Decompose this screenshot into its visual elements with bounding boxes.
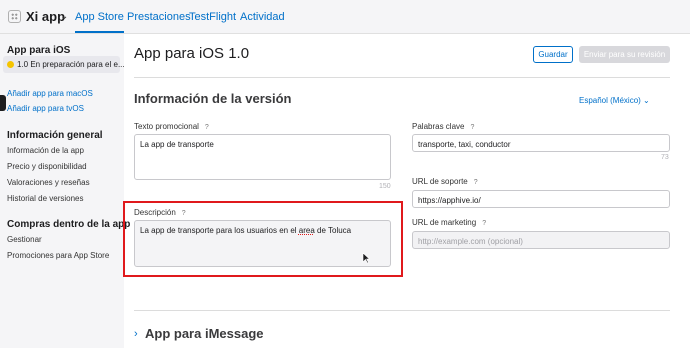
sidebar-link-macos[interactable]: Añadir app para macOS — [7, 89, 93, 98]
section-title-version-info: Información de la versión — [134, 91, 292, 106]
description-label: Descripción? — [134, 208, 186, 217]
page-title: App para iOS 1.0 — [134, 45, 250, 62]
sidebar-item-version[interactable]: 1.0 En preparación para el e... — [3, 56, 125, 73]
help-icon[interactable]: ? — [482, 220, 486, 227]
help-icon[interactable]: ? — [470, 124, 474, 131]
support-url-label: URL de soporte? — [412, 177, 478, 186]
sidebar-item-ratings[interactable]: Valoraciones y reseñas — [7, 178, 90, 187]
sidebar-item-promotions[interactable]: Promociones para App Store — [7, 251, 109, 260]
help-icon[interactable]: ? — [182, 210, 186, 217]
divider — [134, 77, 670, 78]
marketing-url-label: URL de marketing? — [412, 218, 486, 227]
description-text-post: de Toluca — [314, 226, 352, 235]
keywords-field[interactable]: transporte, taxi, conductor — [412, 134, 670, 152]
support-url-label-text: URL de soporte — [412, 177, 468, 186]
tab-app-store[interactable]: App Store — [75, 11, 124, 33]
description-text-pre: La app de transporte para los usuarios e… — [140, 226, 299, 235]
description-label-text: Descripción — [134, 208, 176, 217]
description-textarea[interactable]: La app de transporte para los usuarios e… — [134, 220, 391, 267]
chevron-right-icon[interactable]: › — [134, 328, 138, 340]
support-url-field[interactable]: https://apphive.io/ — [412, 190, 670, 208]
app-grid-icon[interactable] — [8, 10, 21, 23]
section-title-imessage[interactable]: App para iMessage — [145, 326, 264, 341]
sidebar-handle[interactable] — [0, 95, 6, 111]
tab-prestaciones[interactable]: Prestaciones — [127, 11, 191, 23]
keywords-counter: 73 — [661, 154, 669, 161]
sidebar-link-tvos[interactable]: Añadir app para tvOS — [7, 104, 84, 113]
marketing-url-label-text: URL de marketing — [412, 218, 477, 227]
marketing-url-field[interactable]: http://example.com (opcional) — [412, 231, 670, 249]
submit-review-button[interactable]: Enviar para su revisión — [579, 46, 670, 63]
sidebar-item-pricing[interactable]: Precio y disponibilidad — [7, 162, 87, 171]
divider — [134, 310, 670, 311]
mouse-cursor-icon — [362, 252, 370, 264]
promo-counter: 150 — [379, 183, 391, 190]
tab-testflight[interactable]: TestFlight — [189, 11, 236, 23]
sidebar-item-history[interactable]: Historial de versiones — [7, 194, 83, 203]
tab-actividad[interactable]: Actividad — [240, 11, 285, 23]
description-text-misspelled: area — [298, 226, 315, 235]
chevron-down-icon[interactable]: ⌄ — [60, 11, 68, 22]
sidebar-heading-iap: Compras dentro de la app — [7, 219, 131, 230]
save-button[interactable]: Guardar — [533, 46, 573, 63]
language-selector[interactable]: Español (México) ⌄ — [579, 96, 650, 105]
sidebar-heading-ios: App para iOS — [7, 45, 71, 56]
sidebar-item-version-label: 1.0 En preparación para el e... — [17, 60, 125, 69]
top-bar: Xi app ⌄ App Store Prestaciones TestFlig… — [0, 0, 690, 34]
promo-textarea[interactable]: La app de transporte — [134, 134, 391, 180]
status-dot-icon — [7, 61, 14, 68]
sidebar-heading-general: Información general — [7, 130, 103, 141]
sidebar-item-app-info[interactable]: Información de la app — [7, 146, 84, 155]
keywords-label: Palabras clave? — [412, 122, 474, 131]
help-icon[interactable]: ? — [205, 124, 209, 131]
promo-label-text: Texto promocional — [134, 122, 199, 131]
keywords-label-text: Palabras clave — [412, 122, 465, 131]
sidebar — [0, 34, 124, 348]
help-icon[interactable]: ? — [474, 179, 478, 186]
sidebar-item-manage[interactable]: Gestionar — [7, 235, 42, 244]
promo-label: Texto promocional? — [134, 122, 209, 131]
